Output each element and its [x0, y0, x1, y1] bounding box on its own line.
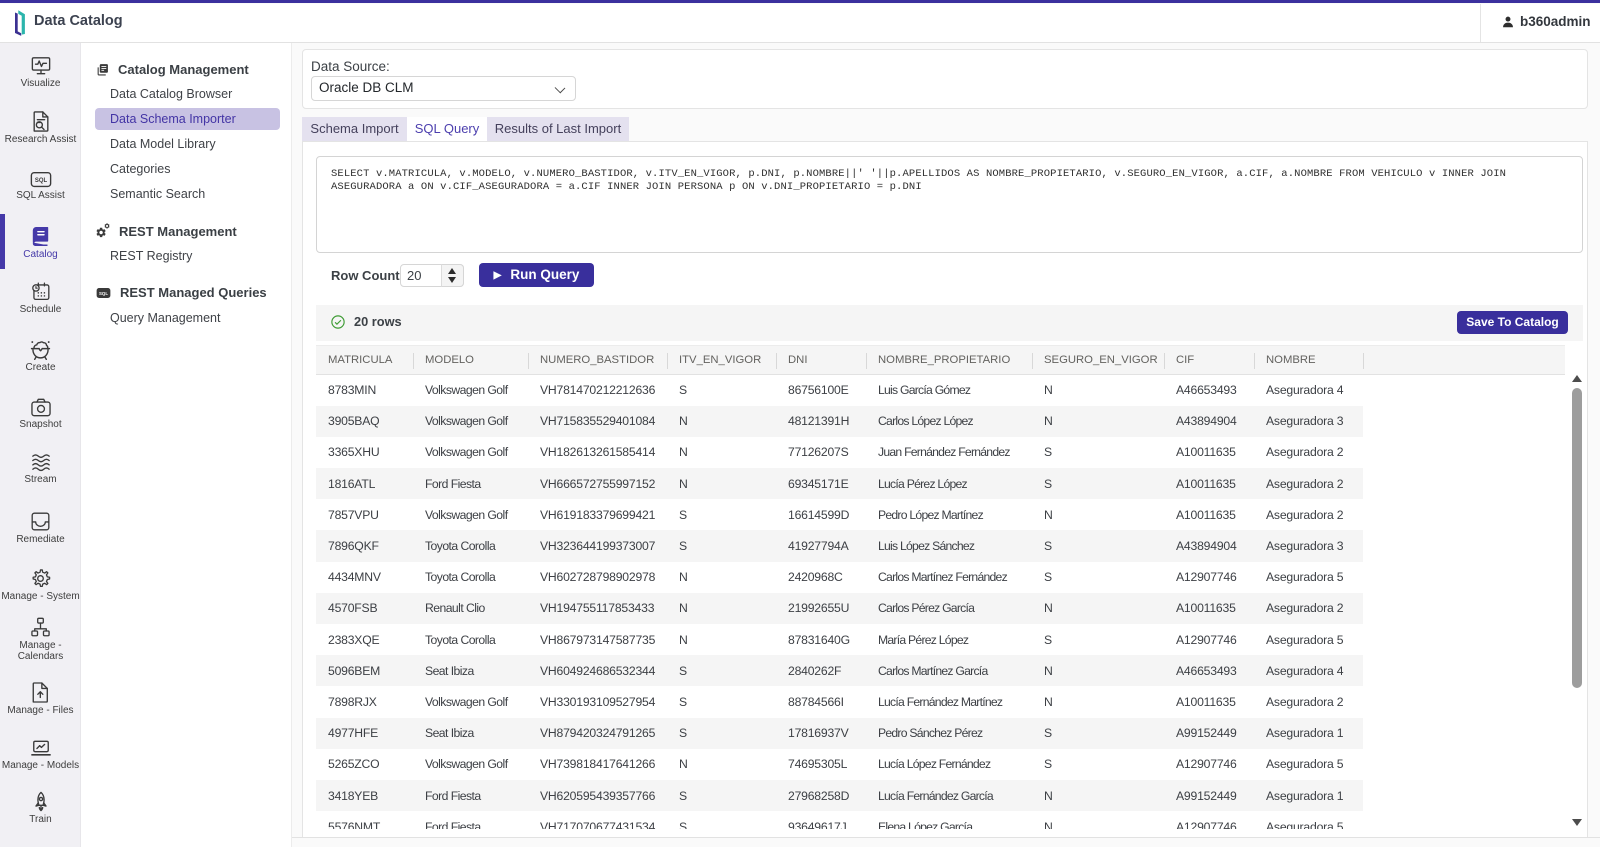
svg-text:SQL: SQL [99, 291, 108, 296]
svg-text:SQL: SQL [34, 178, 47, 184]
